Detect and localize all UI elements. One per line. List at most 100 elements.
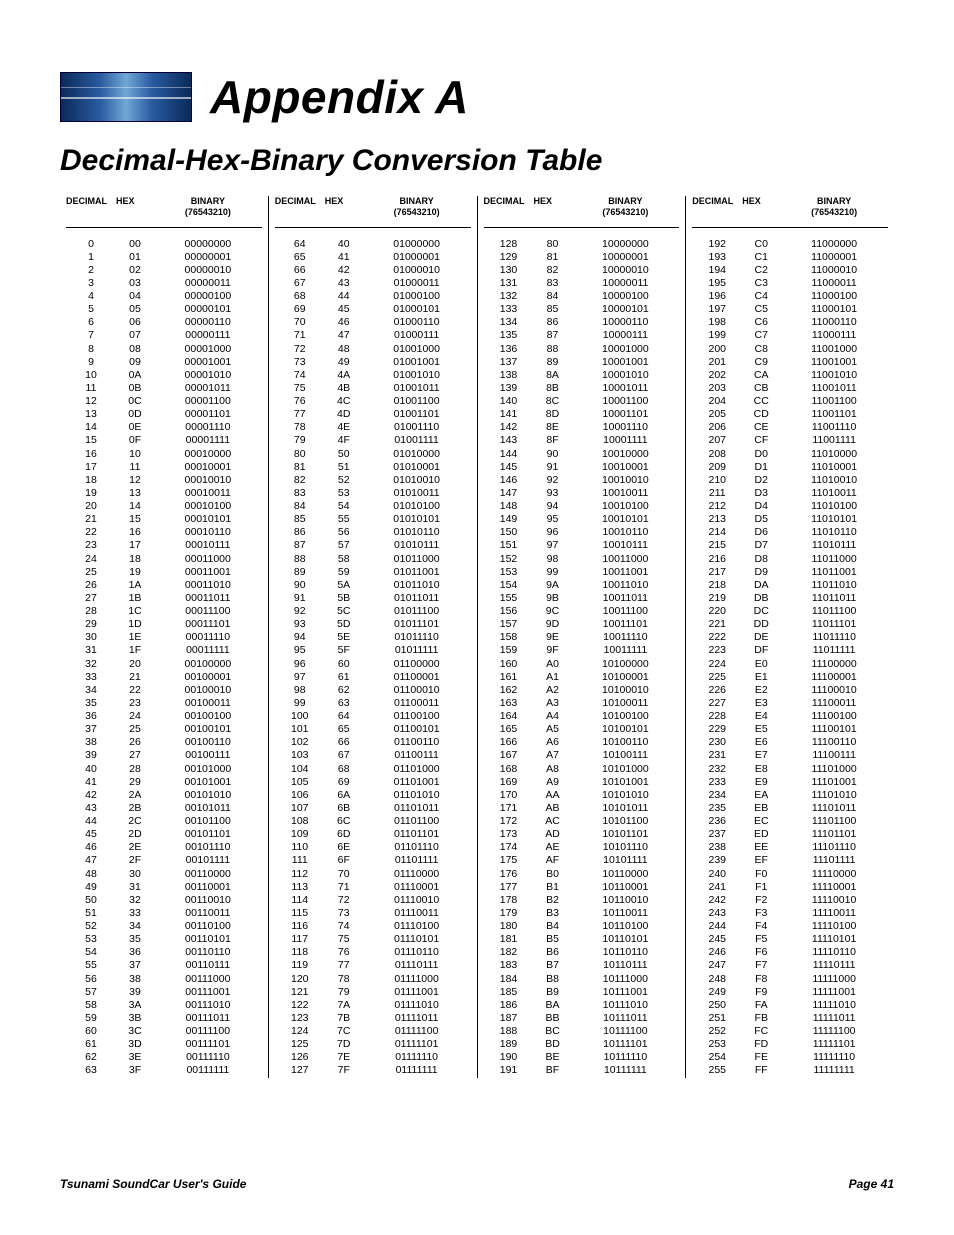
- cell-binary: 10011111: [572, 644, 680, 657]
- cell-decimal: 6: [66, 316, 116, 329]
- cell-decimal: 59: [66, 1012, 116, 1025]
- cell-decimal: 152: [484, 553, 534, 566]
- cell-decimal: 112: [275, 868, 325, 881]
- cell-binary: 01000100: [363, 290, 471, 303]
- cell-decimal: 175: [484, 854, 534, 867]
- cell-hex: 67: [325, 749, 363, 762]
- cell-binary: 01010010: [363, 474, 471, 487]
- table-row: 422A00101010: [66, 789, 262, 802]
- table-row: 170AA10101010: [484, 789, 680, 802]
- cell-binary: 10100110: [572, 736, 680, 749]
- cell-binary: 10011011: [572, 592, 680, 605]
- cell-hex: 47: [325, 329, 363, 342]
- table-row: 167A710100111: [484, 749, 680, 762]
- cell-binary: 00011110: [154, 631, 262, 644]
- cell-hex: BC: [534, 1025, 572, 1038]
- cell-hex: F3: [742, 907, 780, 920]
- cell-binary: 11100011: [780, 697, 888, 710]
- cell-binary: 00100000: [154, 658, 262, 671]
- table-row: 372500100101: [66, 723, 262, 736]
- table-row: 203CB11001011: [692, 382, 888, 395]
- table-row: 925C01011100: [275, 605, 471, 618]
- header-decimal: DECIMAL: [692, 196, 742, 219]
- cell-hex: 7A: [325, 999, 363, 1012]
- cell-decimal: 36: [66, 710, 116, 723]
- cell-binary: 11110111: [780, 959, 888, 972]
- cell-hex: E9: [742, 776, 780, 789]
- cell-hex: A3: [534, 697, 572, 710]
- cell-hex: EF: [742, 854, 780, 867]
- cell-hex: 1B: [116, 592, 154, 605]
- cell-hex: 42: [325, 264, 363, 277]
- column-header: DECIMALHEXBINARY(76543210): [66, 196, 262, 228]
- cell-binary: 10001001: [572, 356, 680, 369]
- cell-decimal: 93: [275, 618, 325, 631]
- table-row: 180B410110100: [484, 920, 680, 933]
- cell-binary: 11011101: [780, 618, 888, 631]
- cell-hex: E4: [742, 710, 780, 723]
- cell-decimal: 229: [692, 723, 742, 736]
- cell-binary: 10001110: [572, 421, 680, 434]
- table-row: 1308210000010: [484, 264, 680, 277]
- cell-hex: A1: [534, 671, 572, 684]
- table-column: DECIMALHEXBINARY(76543210)00000000000101…: [60, 196, 268, 1078]
- table-row: 164A410100100: [484, 710, 680, 723]
- cell-binary: 11001111: [780, 434, 888, 447]
- cell-hex: 0E: [116, 421, 154, 434]
- cell-hex: 9D: [534, 618, 572, 631]
- cell-hex: 08: [116, 343, 154, 356]
- cell-hex: 41: [325, 251, 363, 264]
- cell-binary: 01011001: [363, 566, 471, 579]
- table-row: 130D00001101: [66, 408, 262, 421]
- table-row: 171AB10101011: [484, 802, 680, 815]
- cell-decimal: 223: [692, 644, 742, 657]
- cell-decimal: 130: [484, 264, 534, 277]
- cell-decimal: 32: [66, 658, 116, 671]
- cell-decimal: 141: [484, 408, 534, 421]
- table-row: 245F511110101: [692, 933, 888, 946]
- cell-decimal: 169: [484, 776, 534, 789]
- table-row: 966001100000: [275, 658, 471, 671]
- table-row: 744A01001010: [275, 369, 471, 382]
- cell-binary: 01001011: [363, 382, 471, 395]
- cell-decimal: 41: [66, 776, 116, 789]
- table-row: 1106E01101110: [275, 841, 471, 854]
- cell-binary: 01010100: [363, 500, 471, 513]
- cell-hex: C1: [742, 251, 780, 264]
- cell-hex: 01: [116, 251, 154, 264]
- cell-hex: EE: [742, 841, 780, 854]
- table-row: 774D01001101: [275, 408, 471, 421]
- cell-binary: 00111110: [154, 1051, 262, 1064]
- table-row: 1449010010000: [484, 448, 680, 461]
- cell-decimal: 199: [692, 329, 742, 342]
- cell-binary: 10010011: [572, 487, 680, 500]
- cell-hex: BD: [534, 1038, 572, 1051]
- cell-hex: 10: [116, 448, 154, 461]
- table-row: 223DF11011111: [692, 644, 888, 657]
- cell-hex: 6C: [325, 815, 363, 828]
- cell-binary: 10111000: [572, 973, 680, 986]
- table-row: 1187601110110: [275, 946, 471, 959]
- cell-binary: 10100010: [572, 684, 680, 697]
- cell-decimal: 145: [484, 461, 534, 474]
- cell-binary: 01010111: [363, 539, 471, 552]
- cell-hex: BF: [534, 1064, 572, 1077]
- cell-binary: 00101000: [154, 763, 262, 776]
- cell-binary: 00010001: [154, 461, 262, 474]
- table-row: 654101000001: [275, 251, 471, 264]
- table-row: 1298110000001: [484, 251, 680, 264]
- cell-hex: FF: [742, 1064, 780, 1077]
- cell-decimal: 80: [275, 448, 325, 461]
- cell-hex: B7: [534, 959, 572, 972]
- cell-hex: 1E: [116, 631, 154, 644]
- table-row: 1509610010110: [484, 526, 680, 539]
- cell-decimal: 135: [484, 329, 534, 342]
- cell-decimal: 127: [275, 1064, 325, 1077]
- table-row: 189BD10111101: [484, 1038, 680, 1051]
- cell-decimal: 42: [66, 789, 116, 802]
- cell-decimal: 122: [275, 999, 325, 1012]
- cell-hex: F7: [742, 959, 780, 972]
- table-row: 239EF11101111: [692, 854, 888, 867]
- cell-hex: 52: [325, 474, 363, 487]
- cell-hex: 99: [534, 566, 572, 579]
